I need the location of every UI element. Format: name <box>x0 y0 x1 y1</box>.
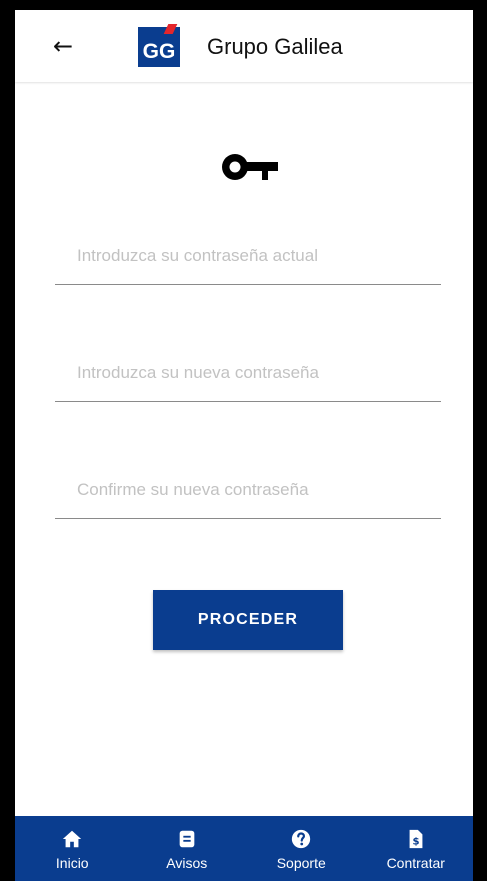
current-password-field <box>55 230 441 285</box>
current-password-input[interactable] <box>75 240 439 272</box>
logo-text: GG <box>142 40 176 63</box>
nav-label-contratar: Contratar <box>386 855 445 871</box>
document-icon <box>179 830 195 848</box>
home-icon <box>63 830 82 848</box>
contract-icon: $ <box>409 829 423 849</box>
bottom-navigation: Inicio Avisos Soporte $ Contratar <box>15 816 473 881</box>
nav-label-inicio: Inicio <box>55 855 89 871</box>
screen: ← GG Grupo Galilea PROCEDER Inicio Aviso… <box>15 10 473 881</box>
confirm-password-input[interactable] <box>75 474 439 506</box>
new-password-field <box>55 347 441 402</box>
proceed-button[interactable]: PROCEDER <box>153 590 343 650</box>
confirm-password-field <box>55 464 441 519</box>
arrow-left-icon[interactable]: ← <box>49 32 77 60</box>
company-logo: GG <box>138 24 180 67</box>
nav-item-inicio[interactable]: Inicio <box>15 816 130 881</box>
logo-flag <box>163 24 178 34</box>
nav-label-soporte: Soporte <box>276 855 326 871</box>
nav-item-avisos[interactable]: Avisos <box>130 816 245 881</box>
help-icon <box>292 829 311 849</box>
nav-item-soporte[interactable]: Soporte <box>244 816 359 881</box>
new-password-input[interactable] <box>75 357 439 389</box>
nav-label-avisos: Avisos <box>166 855 208 871</box>
svg-text:$: $ <box>412 837 419 848</box>
app-bar: ← GG Grupo Galilea <box>15 10 473 82</box>
key-icon <box>222 154 278 180</box>
nav-item-contratar[interactable]: $ Contratar <box>359 816 474 881</box>
app-title: Grupo Galilea <box>207 34 343 59</box>
